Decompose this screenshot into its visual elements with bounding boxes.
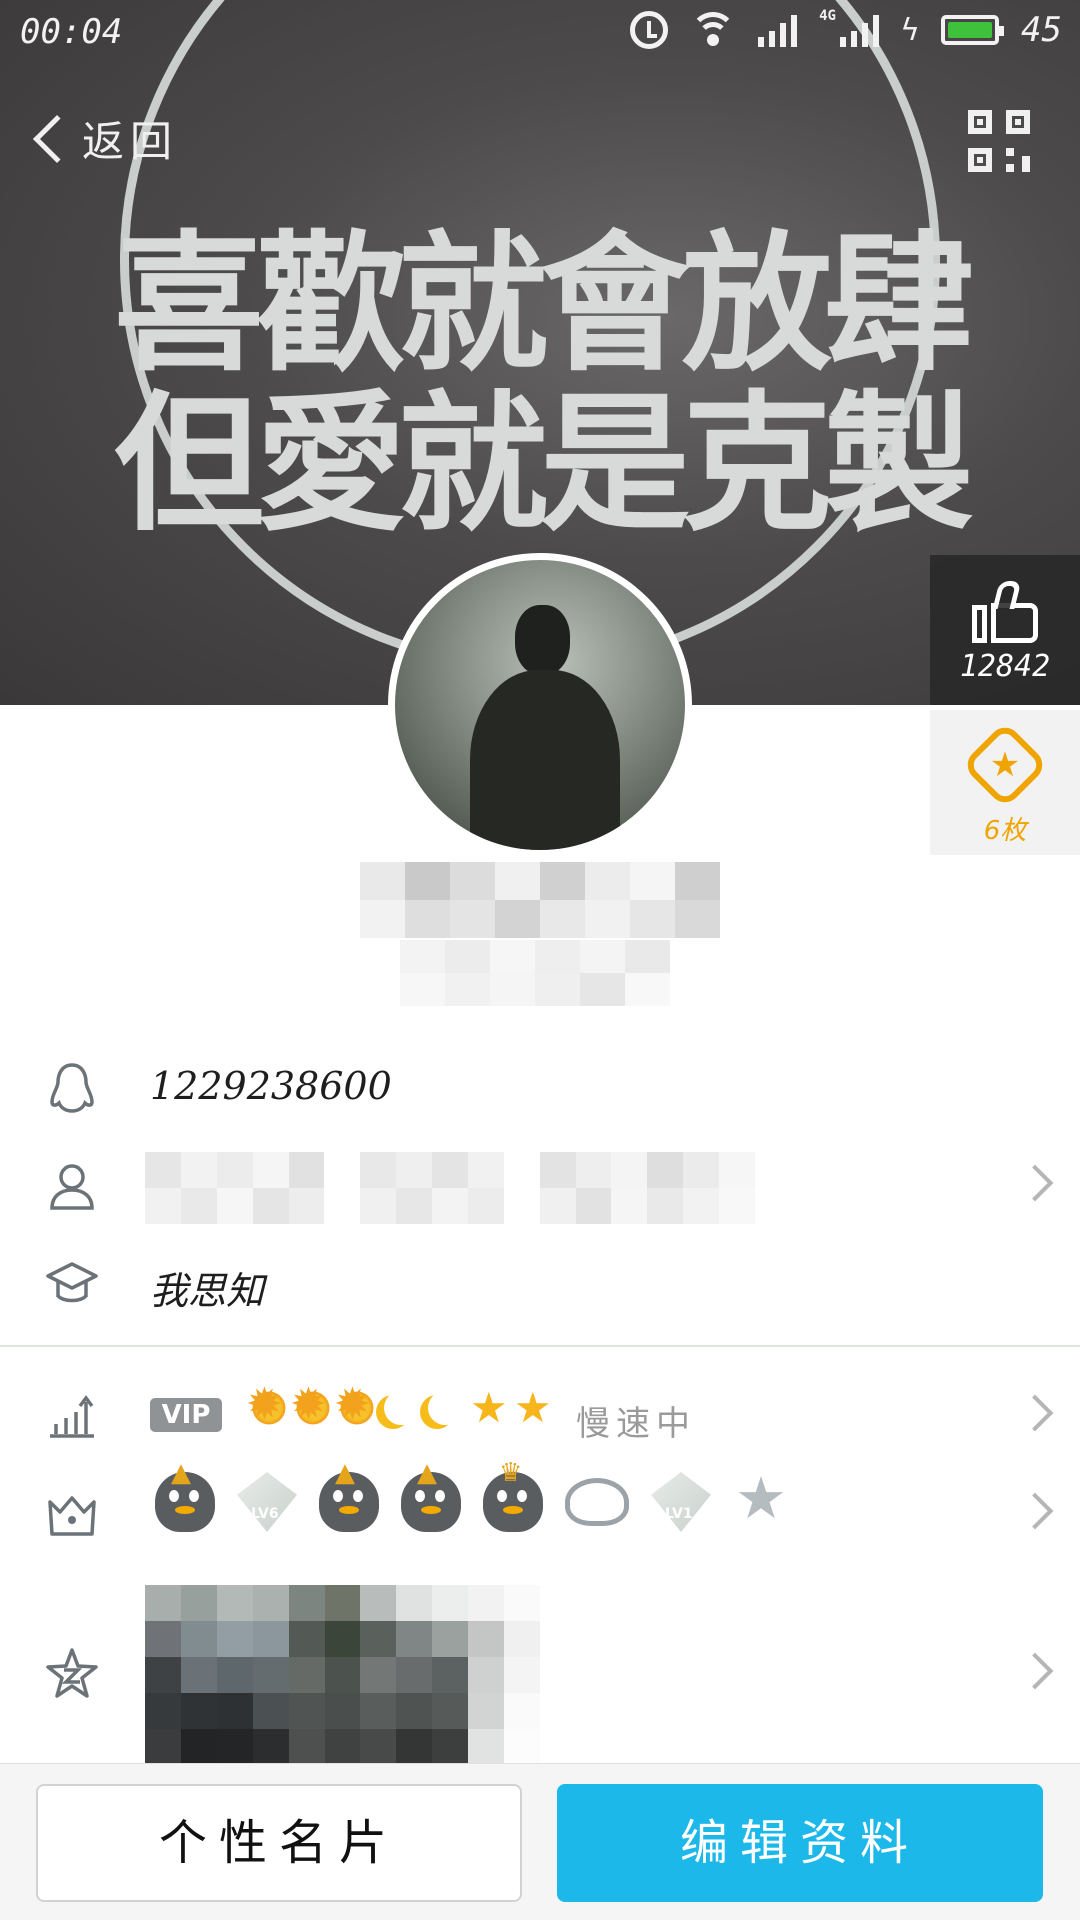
like-button[interactable]: 12842 [930, 555, 1080, 705]
like-count: 12842 [959, 649, 1051, 684]
chevron-right-icon [1016, 1164, 1054, 1202]
level-chart-icon [50, 1395, 94, 1438]
star-level-icon [470, 1383, 508, 1432]
avatar[interactable] [388, 553, 692, 857]
qq-number: 1229238600 [150, 1064, 392, 1108]
qzone-photo-blurred [145, 1585, 540, 1765]
level-speed-status: 慢速中 [576, 1404, 696, 1444]
bottom-action-bar: 个性名片 编辑资料 [0, 1763, 1080, 1920]
qr-code-icon [968, 110, 992, 134]
diamond-lv1-badge-icon: LV1 [651, 1472, 711, 1532]
medal-icon: ★ [961, 721, 1049, 809]
signature-blurred [400, 940, 670, 1006]
personal-info-blurred [145, 1152, 755, 1224]
chevron-right-icon [1016, 1652, 1054, 1690]
chevron-right-icon [1016, 1492, 1054, 1530]
battery-level: 45 [1021, 10, 1062, 50]
penguin-badge-icon: ▲ [155, 1458, 215, 1532]
personal-info-row[interactable] [0, 1140, 1080, 1230]
chevron-left-icon [32, 114, 82, 163]
school-row: 我思知 [0, 1238, 1080, 1328]
cover-text-line-2: 但愛就是克製 [113, 378, 974, 552]
network-type-label: 4G [819, 8, 836, 24]
medal-count: 6枚 [983, 816, 1027, 846]
user-icon [50, 1164, 94, 1210]
graduation-cap-icon [46, 1262, 98, 1303]
sun-level-icon [246, 1379, 288, 1430]
moon-level-icon [426, 1389, 464, 1427]
qzone-star-icon [46, 1648, 98, 1698]
cover-text-line-1: 喜歡就會放肆 [113, 218, 974, 392]
level-icons [246, 1379, 552, 1432]
thumbs-up-icon [972, 581, 1038, 643]
edit-profile-button[interactable]: 编辑资料 [557, 1784, 1043, 1902]
qr-code-button[interactable] [968, 110, 1030, 172]
nickname-blurred [360, 862, 720, 938]
sun-level-icon [334, 1379, 376, 1430]
qq-number-row: 1229238600 [0, 1042, 1080, 1132]
status-bar: 00:04 4G ϟ 45 [0, 0, 1080, 64]
chevron-right-icon [1016, 1394, 1054, 1432]
status-time: 00:04 [20, 12, 123, 52]
wifi-icon [690, 12, 737, 48]
section-divider [0, 1345, 1080, 1347]
penguin-crown-badge-icon: ♛ [483, 1458, 543, 1532]
alarm-icon [630, 11, 669, 49]
back-button[interactable]: 返回 [28, 108, 178, 169]
diamond-badge-icon: LV6 [237, 1472, 297, 1532]
star-level-icon [514, 1383, 552, 1432]
sun-level-icon [290, 1379, 332, 1430]
signal-4g-icon [839, 13, 879, 47]
battery-icon [941, 15, 1005, 45]
personal-card-button[interactable]: 个性名片 [36, 1784, 522, 1902]
crown-icon [48, 1496, 96, 1536]
charging-icon: ϟ [900, 12, 920, 48]
moon-level-icon [382, 1389, 420, 1427]
penguin-green-badge-icon: ▲ [401, 1458, 461, 1532]
back-label: 返回 [82, 117, 179, 166]
signal-icon [758, 13, 798, 47]
grey-star-badge-icon [733, 1464, 793, 1532]
penguin-star-badge-icon: ▲ [319, 1458, 379, 1532]
cloud-vip-badge-icon [565, 1478, 629, 1526]
badge-icons: ▲ LV6 ▲ ▲ ♛ LV1 [155, 1458, 793, 1532]
school-name: 我思知 [150, 1269, 265, 1313]
penguin-icon [50, 1063, 94, 1113]
vip-badge: VIP [150, 1398, 222, 1432]
medal-button[interactable]: ★ 6枚 [930, 710, 1080, 855]
